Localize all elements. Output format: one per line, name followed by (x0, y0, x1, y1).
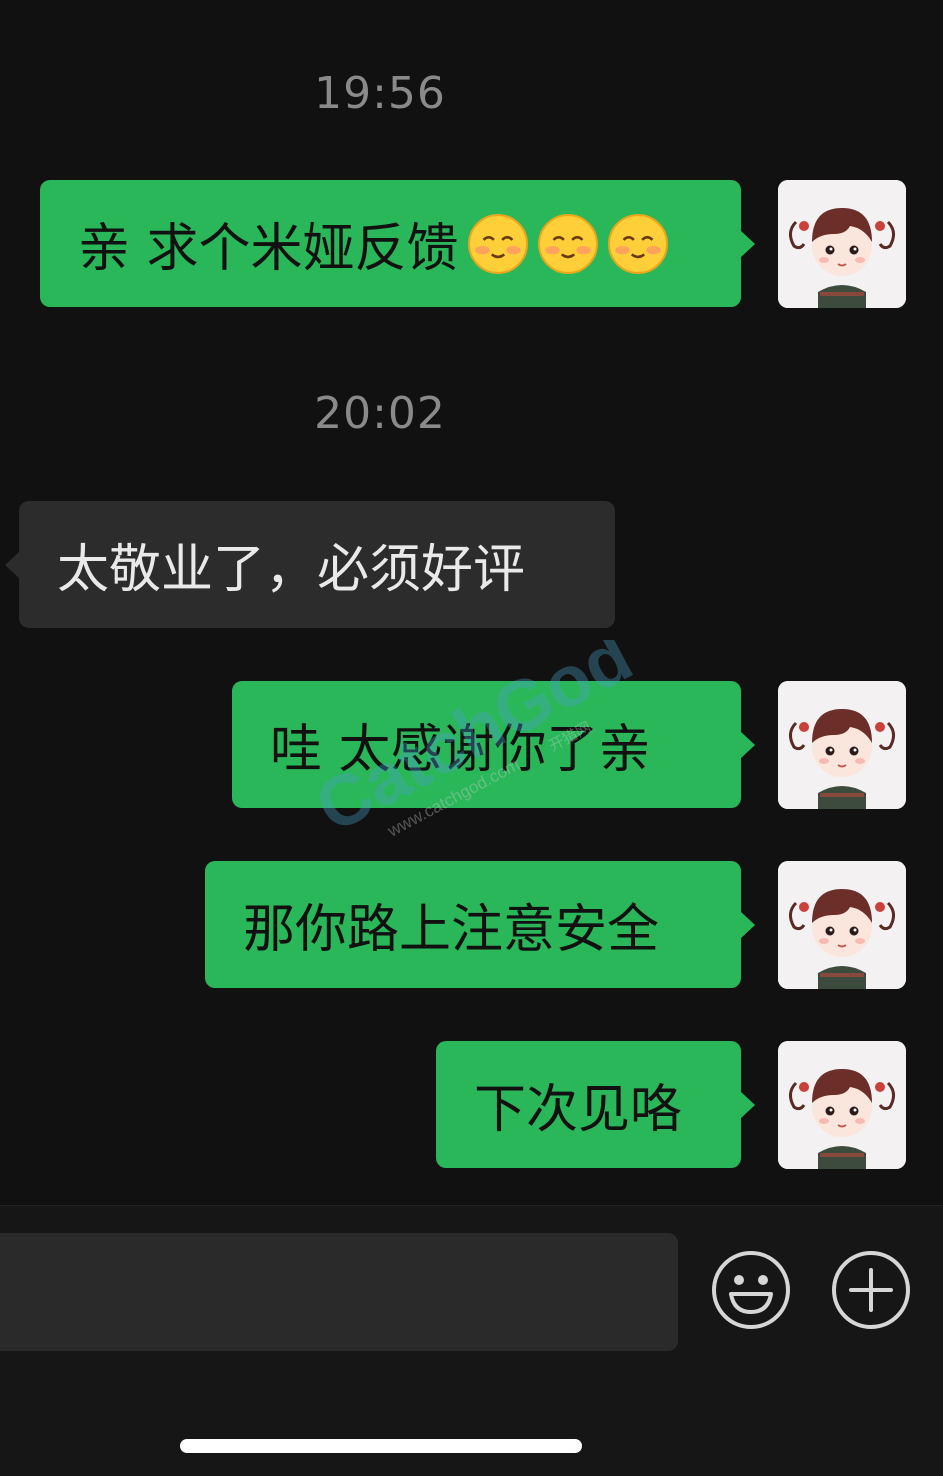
girl-avatar-icon (778, 180, 906, 308)
message-text: 下次见咯 (474, 1080, 683, 1140)
girl-avatar-icon (778, 681, 906, 809)
message-text: 哇 太感谢你了亲 (270, 720, 651, 780)
avatar[interactable] (778, 180, 906, 308)
avatar[interactable] (778, 861, 906, 989)
smiling-face-icon (607, 213, 668, 274)
message-text: 太敬业了，必须好评 (57, 540, 526, 600)
plus-icon[interactable] (831, 1250, 911, 1330)
chat-area[interactable]: 19:56 亲 求个米娅反馈 20:02 太敬业了，必须好评 哇 太感谢你了亲 … (0, 0, 943, 1205)
girl-avatar-icon (778, 861, 906, 989)
message-bubble-sent[interactable]: 亲 求个米娅反馈 (40, 180, 755, 307)
input-bar (0, 1205, 943, 1476)
message-text: 那你路上注意安全 (243, 900, 660, 960)
girl-avatar-icon (778, 1041, 906, 1169)
smiling-face-icon (467, 213, 528, 274)
message-bubble-sent[interactable]: 下次见咯 (436, 1041, 755, 1168)
avatar[interactable] (778, 1041, 906, 1169)
message-input[interactable] (0, 1233, 678, 1351)
smiling-face-icon (537, 213, 598, 274)
message-bubble-sent[interactable]: 那你路上注意安全 (205, 861, 755, 988)
message-bubble-received[interactable]: 太敬业了，必须好评 (5, 501, 615, 628)
avatar[interactable] (778, 681, 906, 809)
home-indicator[interactable] (180, 1439, 582, 1453)
message-text: 亲 求个米娅反馈 (78, 219, 459, 279)
timestamp: 20:02 (314, 388, 446, 439)
timestamp: 19:56 (314, 68, 446, 119)
message-bubble-sent[interactable]: 哇 太感谢你了亲 (232, 681, 755, 808)
smiley-icon[interactable] (711, 1250, 791, 1330)
